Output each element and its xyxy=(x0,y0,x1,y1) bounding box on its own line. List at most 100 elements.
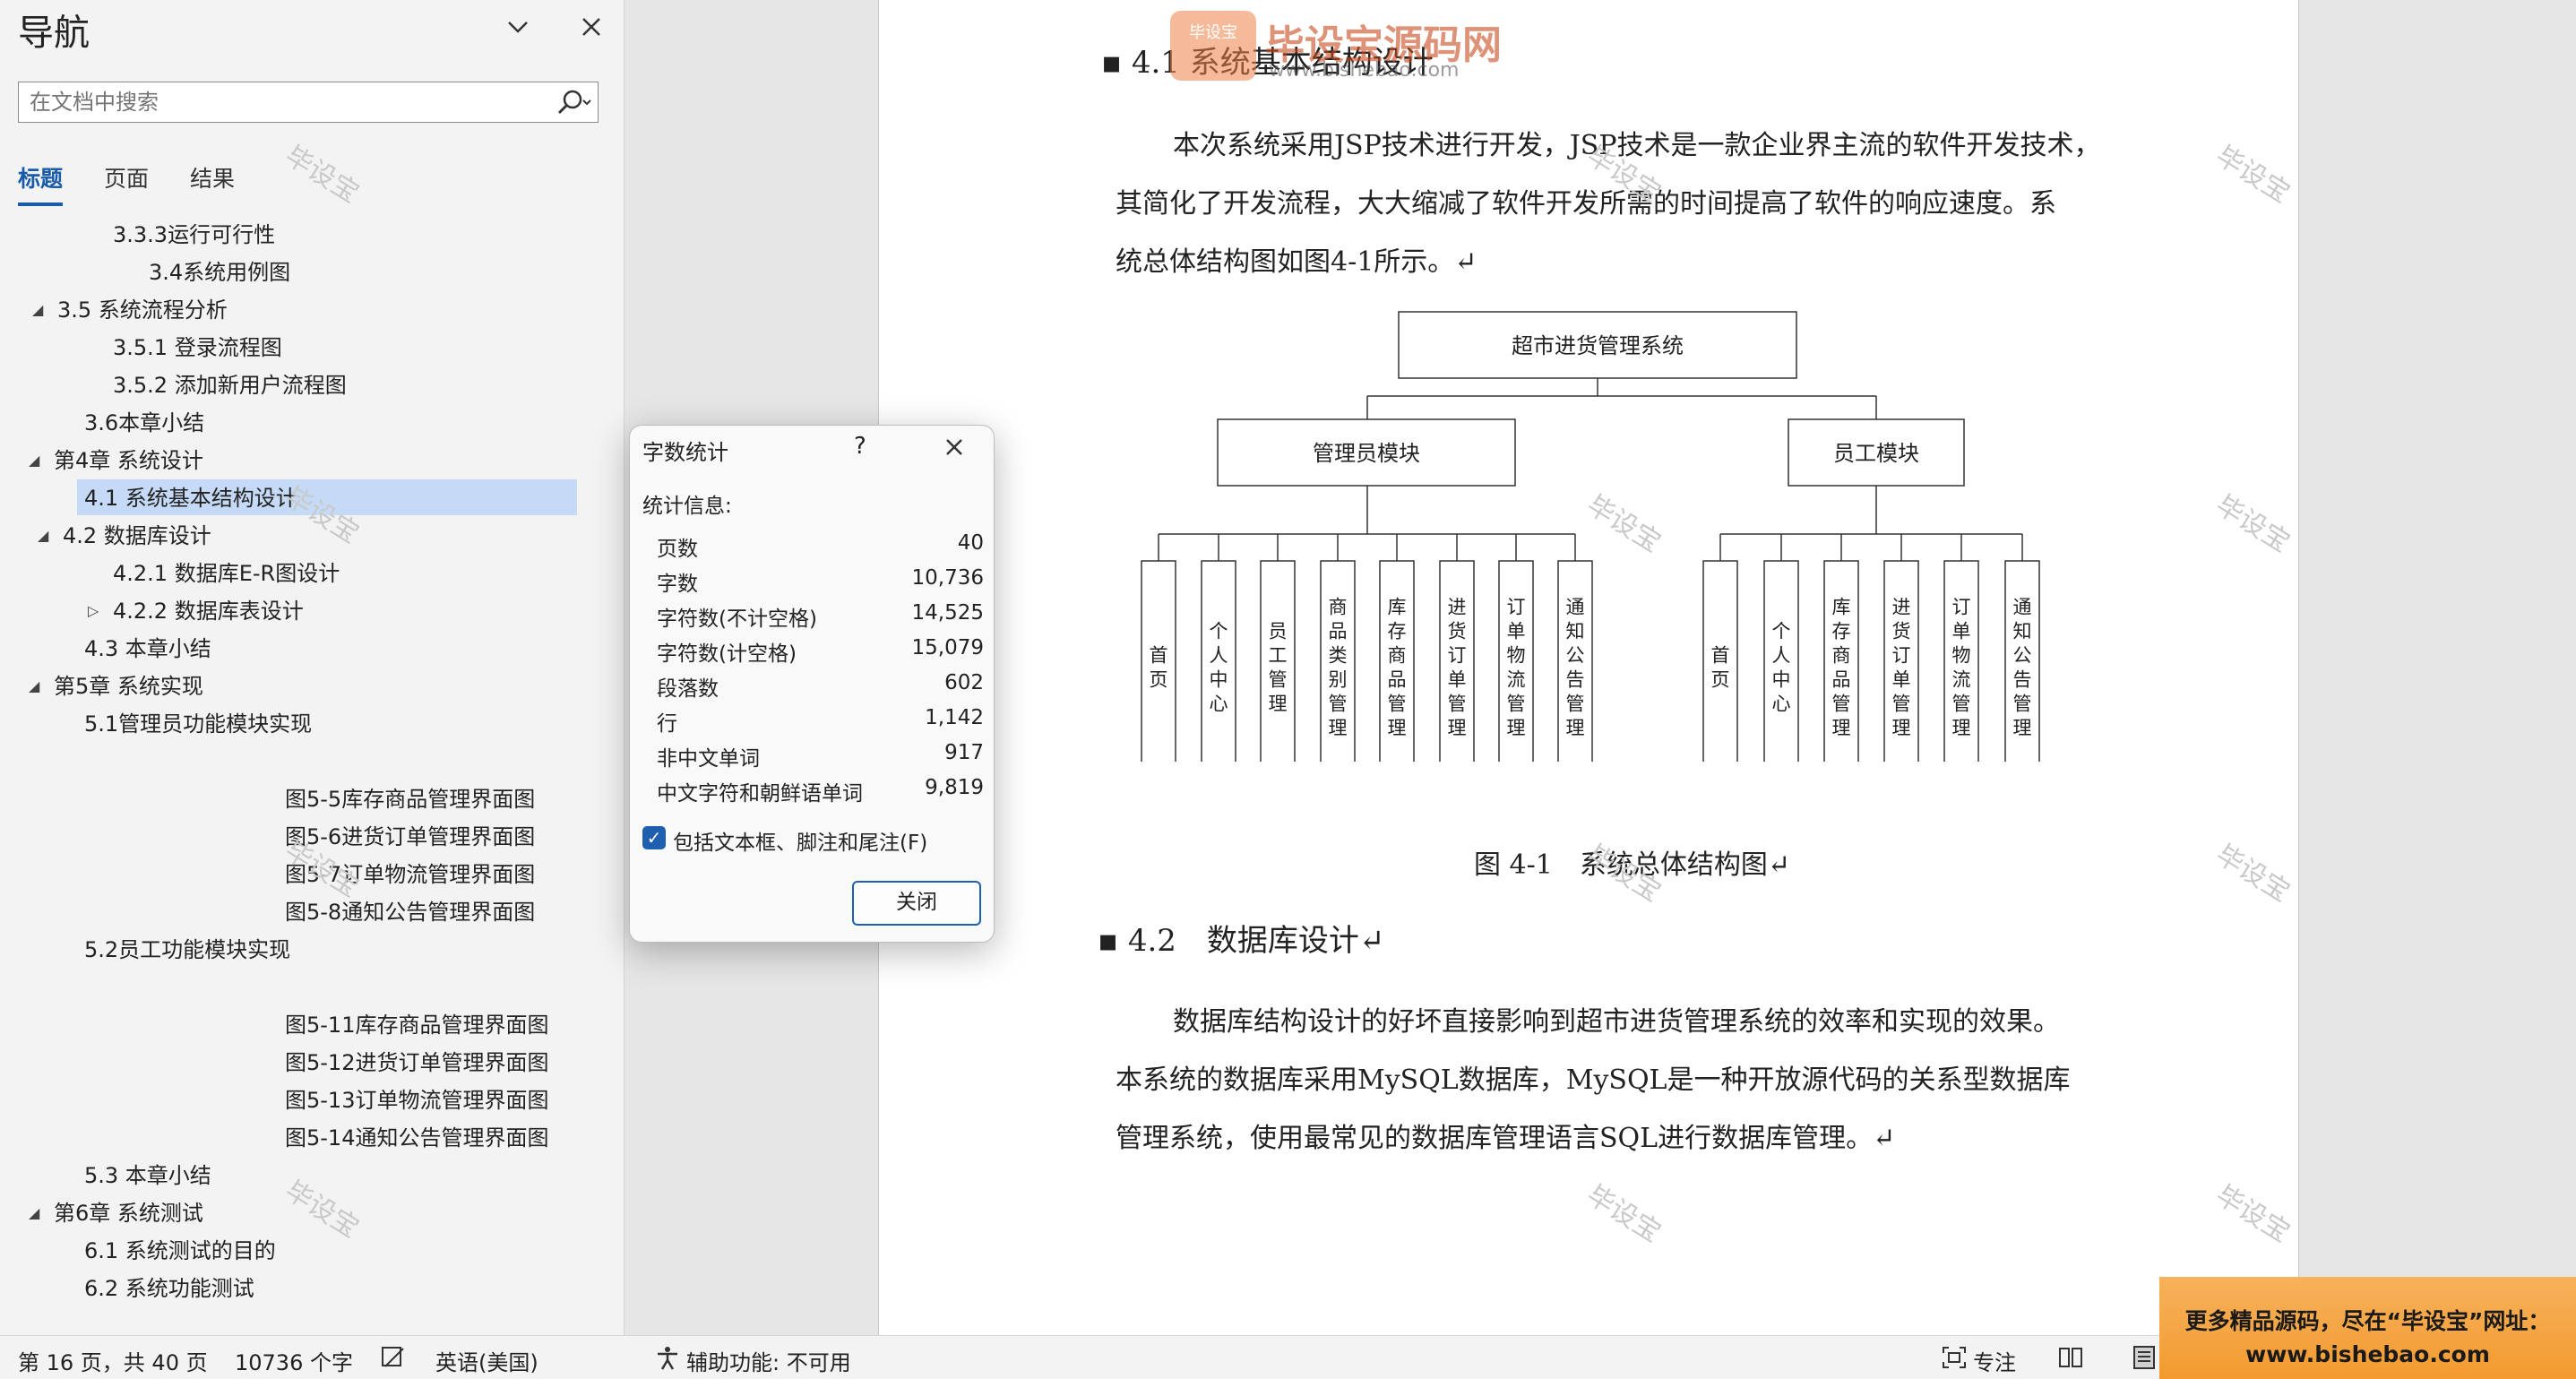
stats-row-value: 602 xyxy=(944,671,984,694)
stats-row: 字符数(不计空格) 14,525 xyxy=(657,601,984,635)
dialog-title: 字数统计 xyxy=(642,440,728,465)
focus-icon[interactable] xyxy=(1941,1345,1968,1375)
stats-row: 非中文单词 917 xyxy=(657,741,984,775)
heading-item[interactable]: 5.2员工功能模块实现 xyxy=(84,932,290,968)
heading-item[interactable]: 3.5 系统流程分析 xyxy=(57,292,228,328)
stats-row-value: 10,736 xyxy=(911,566,984,590)
heading-item[interactable]: 3.3.3运行可行性 xyxy=(113,217,275,253)
help-button[interactable]: ? xyxy=(854,433,866,460)
search-icon[interactable] xyxy=(553,87,592,117)
focus-mode[interactable]: 专注 xyxy=(1973,1345,2016,1376)
tab-active-indicator xyxy=(18,203,63,206)
word-count-dialog[interactable]: 字数统计 ? 统计信息: 页数 40 字数 10,736 字符数(不计空格) 14,525… xyxy=(629,425,995,943)
expand-triangle-icon[interactable]: ▷ xyxy=(88,593,99,629)
stats-row-value: 1,142 xyxy=(925,706,984,729)
heading-item[interactable]: 3.5.1 登录流程图 xyxy=(113,330,282,366)
heading-item[interactable]: 第5章 系统实现 xyxy=(54,668,203,704)
watermark: 毕设宝 xyxy=(2210,839,2296,909)
search-box[interactable] xyxy=(18,82,599,123)
tab-pages[interactable]: 页面 xyxy=(104,161,149,194)
heading-item[interactable]: 图5-8通知公告管理界面图 xyxy=(285,894,535,930)
watermark: 毕设宝 xyxy=(2210,1179,2296,1249)
site-logo: 毕设宝 毕设宝源码网 www.bishebao.com xyxy=(1170,5,1511,86)
heading-item[interactable]: 图5-11库存商品管理界面图 xyxy=(285,1007,548,1043)
stats-row-value: 40 xyxy=(957,531,984,555)
admin-node-label: 管理员模块 xyxy=(1313,441,1420,466)
checkbox-label: 包括文本框、脚注和尾注(F) xyxy=(673,832,928,855)
watermark: 毕设宝 xyxy=(2210,140,2296,210)
tab-headings[interactable]: 标题 xyxy=(18,161,63,194)
stats-row-label: 中文字符和朝鲜语单词 xyxy=(657,782,863,806)
staff-node-label: 员工模块 xyxy=(1833,441,1919,466)
heading-item[interactable]: 4.2.1 数据库E-R图设计 xyxy=(113,556,340,591)
navigation-pane: 导航 标题 页面 结果 3.3.3运行可行性3.4系统用例图3.5 系统流程分析… xyxy=(0,0,625,1335)
stats-row: 页数 40 xyxy=(657,531,984,565)
proofing-icon[interactable] xyxy=(380,1345,407,1375)
heading-item[interactable]: 图5-5库存商品管理界面图 xyxy=(285,781,535,817)
include-textboxes-checkbox[interactable]: ✓ xyxy=(642,826,666,849)
watermark: 毕设宝 xyxy=(1581,1179,1667,1249)
collapse-triangle-icon[interactable]: ◢ xyxy=(29,1195,39,1231)
heading-item[interactable]: 3.4系统用例图 xyxy=(149,254,290,290)
collapse-triangle-icon[interactable]: ◢ xyxy=(32,292,43,328)
heading-item[interactable]: 3.6本章小结 xyxy=(84,405,204,441)
heading-item[interactable]: 5.1管理员功能模块实现 xyxy=(84,706,312,742)
structure-diagram: 超市进货管理系统管理员模块 员工模块首页个人中心员工管理商品类别管理库存商品管理进… xyxy=(1141,311,2040,762)
stats-row-label: 字符数(不计空格) xyxy=(657,608,817,631)
stats-row: 字数 10,736 xyxy=(657,566,984,600)
heading-item[interactable]: 图5-14通知公告管理界面图 xyxy=(285,1120,548,1156)
stats-row-value: 9,819 xyxy=(925,776,984,799)
stats-row: 中文字符和朝鲜语单词 9,819 xyxy=(657,776,984,810)
print-layout-icon[interactable] xyxy=(2131,1345,2158,1375)
word-count[interactable]: 10736 个字 xyxy=(235,1345,353,1376)
stats-row: 行 1,142 xyxy=(657,706,984,740)
accessibility-status[interactable]: 辅助功能: 不可用 xyxy=(686,1345,851,1376)
stats-row-label: 行 xyxy=(657,712,677,736)
close-button[interactable]: 关闭 xyxy=(852,881,981,926)
root-node-label: 超市进货管理系统 xyxy=(1512,333,1684,358)
nav-title: 导航 xyxy=(18,13,90,54)
watermark: 毕设宝 xyxy=(279,140,365,210)
paragraph-database: 数据库结构设计的好坏直接影响到超市进货管理系统的效率和实现的效果。 本系统的数据… xyxy=(1116,1006,2071,1154)
page-counter[interactable]: 第 16 页，共 40 页 xyxy=(18,1345,208,1376)
heading-item[interactable]: 6.2 系统功能测试 xyxy=(84,1271,254,1306)
stats-row: 字符数(计空格) 15,079 xyxy=(657,636,984,670)
accessibility-icon[interactable] xyxy=(654,1345,681,1375)
stats-row-label: 字数 xyxy=(657,573,698,596)
heading-item[interactable]: 图5-12进货订单管理界面图 xyxy=(285,1045,548,1081)
stats-row-value: 15,079 xyxy=(911,636,984,659)
collapse-triangle-icon[interactable]: ◢ xyxy=(38,518,48,554)
heading-item[interactable]: 5.3 本章小结 xyxy=(84,1158,211,1194)
stats-row-label: 段落数 xyxy=(657,677,719,701)
chevron-down-icon[interactable] xyxy=(498,7,538,47)
heading-4-2: ▪ 4.2 数据库设计↵ xyxy=(1098,923,1385,959)
heading-item[interactable]: 4.1 系统基本结构设计 xyxy=(84,480,297,516)
heading-item[interactable]: 第4章 系统设计 xyxy=(54,443,203,478)
language[interactable]: 英语(美国) xyxy=(435,1345,538,1376)
stats-row: 段落数 602 xyxy=(657,671,984,705)
document-page[interactable]: ▪ 4.1 系统基本结构设计 本次系统采用JSP技术进行开发，JSP技术是一款企… xyxy=(878,0,2299,1335)
stats-row-label: 非中文单词 xyxy=(657,747,760,771)
heading-item[interactable]: 图5-13订单物流管理界面图 xyxy=(285,1082,548,1118)
logo-badge-icon: 毕设宝 xyxy=(1170,11,1256,81)
heading-item[interactable]: 第6章 系统测试 xyxy=(54,1195,203,1231)
stats-label: 统计信息: xyxy=(642,495,732,518)
read-mode-icon[interactable] xyxy=(2057,1345,2084,1375)
heading-item[interactable]: 4.3 本章小结 xyxy=(84,631,211,667)
watermark: 毕设宝 xyxy=(279,1175,365,1245)
stats-row-value: 917 xyxy=(944,741,984,764)
collapse-triangle-icon[interactable]: ◢ xyxy=(29,443,39,478)
stats-row-value: 14,525 xyxy=(911,601,984,625)
search-input[interactable] xyxy=(30,88,531,116)
heading-item[interactable]: 6.1 系统测试的目的 xyxy=(84,1233,276,1269)
heading-item[interactable]: 4.2.2 数据库表设计 xyxy=(113,593,304,629)
stats-row-label: 字符数(计空格) xyxy=(657,642,797,666)
heading-item[interactable]: 4.2 数据库设计 xyxy=(63,518,211,554)
close-icon[interactable] xyxy=(572,7,611,47)
collapse-triangle-icon[interactable]: ◢ xyxy=(29,668,39,704)
promo-banner[interactable]: 更多精品源码，尽在“毕设宝”网址： www.bishebao.com xyxy=(2159,1277,2576,1379)
close-icon[interactable] xyxy=(935,427,974,474)
tab-results[interactable]: 结果 xyxy=(190,161,235,194)
stats-row-label: 页数 xyxy=(657,538,698,561)
heading-item[interactable]: 3.5.2 添加新用户流程图 xyxy=(113,367,347,403)
